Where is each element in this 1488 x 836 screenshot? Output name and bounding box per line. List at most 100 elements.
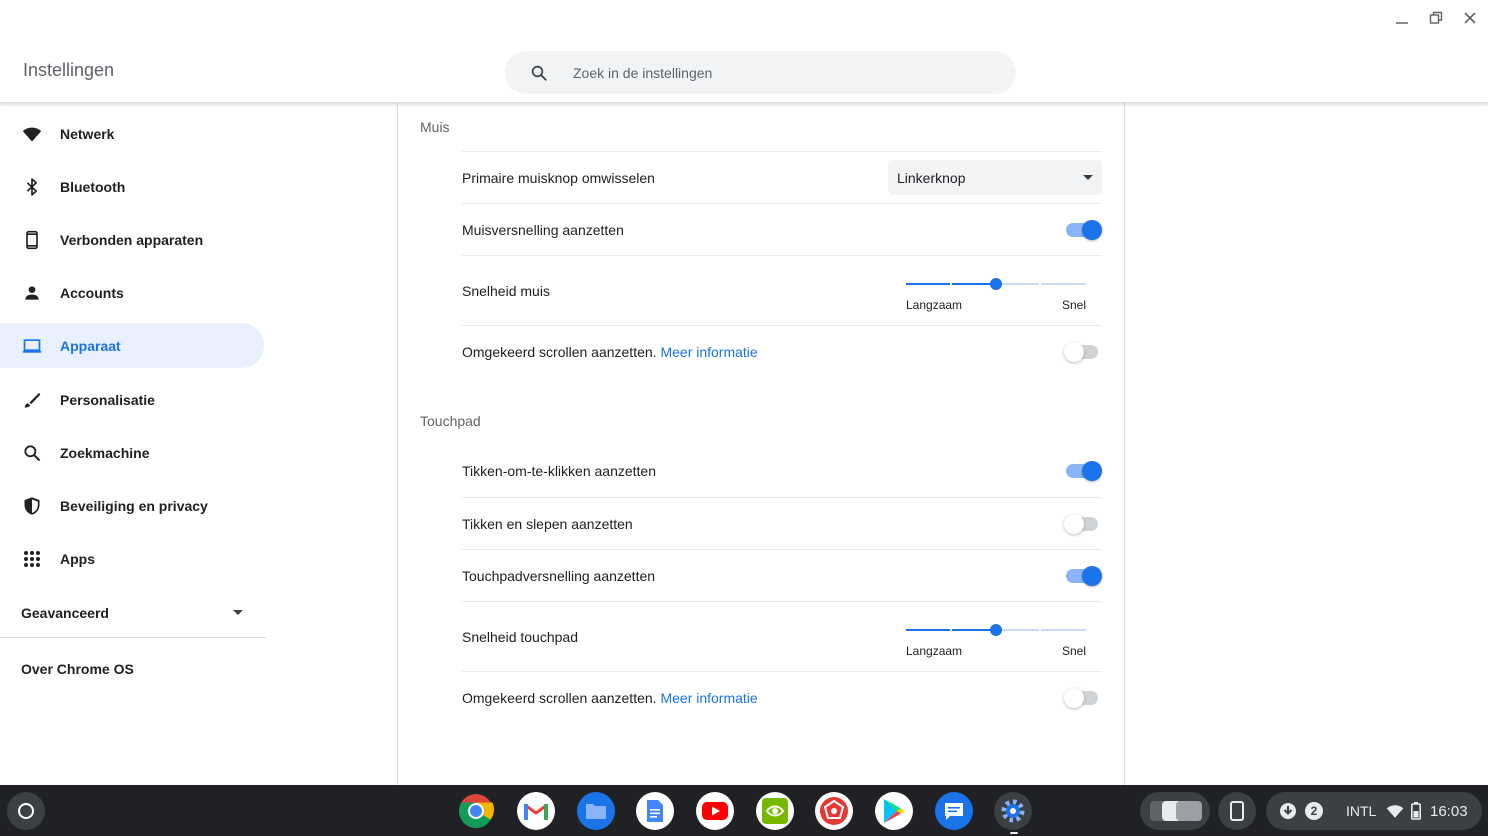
mouse-accel-label: Muisversnelling aanzetten (462, 221, 624, 238)
mouse-reverse-row: Omgekeerd scrollen aanzetten. Meer infor… (462, 325, 1102, 377)
brush-icon (21, 389, 43, 411)
bluetooth-icon (21, 176, 43, 198)
restore-icon[interactable] (1424, 6, 1448, 30)
mouse-reverse-toggle[interactable] (1064, 341, 1098, 362)
touchpad-tap-click-label: Tikken-om-te-klikken aanzetten (462, 463, 657, 479)
touchpad-speed-row: Snelheid touchpad Langzaam Snel (462, 601, 1102, 671)
slider-tick (950, 629, 952, 631)
phone-icon (21, 229, 43, 251)
header: Instellingen (0, 0, 1488, 103)
slider-max-label: Snel (1061, 298, 1086, 312)
page-title: Instellingen (23, 60, 115, 80)
touchpad-tap-drag-label: Tikken en slepen aanzetten (462, 515, 633, 532)
launcher-button[interactable] (7, 792, 45, 830)
touchpad-accel-toggle[interactable] (1066, 565, 1102, 586)
search-box[interactable] (505, 51, 1016, 94)
sidebar: Netwerk Bluetooth Verbonden apparaten Ac… (0, 104, 268, 785)
sidebar-item-label: Bluetooth (60, 178, 126, 195)
slider-thumb[interactable] (990, 624, 1002, 636)
slider-tick (950, 283, 952, 285)
search-icon (529, 63, 549, 83)
chevron-down-icon (233, 610, 243, 615)
sidebar-item-label: Apparaat (60, 337, 121, 354)
sidebar-item-verbonden-apparaten[interactable]: Verbonden apparaten (0, 217, 264, 262)
toggle-knob (1064, 687, 1084, 708)
slider-tick (1039, 629, 1041, 631)
sidebar-item-personalisatie[interactable]: Personalisatie (0, 377, 264, 422)
apps-grid-icon (21, 548, 43, 570)
touchpad-speed-slider[interactable]: Langzaam Snel (906, 618, 1086, 658)
chevron-down-icon (1083, 175, 1093, 180)
play-store-icon[interactable] (875, 792, 913, 830)
touchpad-reverse-toggle[interactable] (1064, 687, 1098, 708)
chrome-icon[interactable] (457, 792, 495, 830)
mouse-swap-row: Primaire muisknop omwisselen Linkerknop (462, 151, 1102, 203)
slider-max-label: Snel (1061, 644, 1086, 658)
touchpad-reverse-text: Omgekeerd scrollen aanzetten. (462, 689, 657, 706)
sidebar-item-netwerk[interactable]: Netwerk (0, 111, 264, 156)
settings-icon[interactable] (994, 792, 1032, 830)
sidebar-item-label: Accounts (60, 284, 124, 301)
nvidia-icon[interactable] (756, 792, 794, 830)
advanced-label: Geavanceerd (21, 605, 109, 621)
app-red-icon[interactable] (815, 792, 853, 830)
touchpad-speed-label: Snelheid touchpad (462, 628, 578, 645)
sidebar-item-label: Verbonden apparaten (60, 231, 204, 248)
sidebar-item-label: Personalisatie (60, 391, 155, 408)
shield-icon (21, 495, 43, 517)
ime-indicator: INTL (1346, 803, 1377, 819)
mouse-accel-row: Muisversnelling aanzetten (462, 203, 1102, 255)
mouse-swap-select[interactable]: Linkerknop (888, 160, 1102, 195)
mouse-speed-slider[interactable]: Langzaam Snel (906, 272, 1086, 312)
touchpad-learn-more-link[interactable]: Meer informatie (660, 690, 757, 706)
mouse-accel-toggle[interactable] (1066, 219, 1102, 240)
messages-icon[interactable] (935, 792, 973, 830)
sidebar-item-about[interactable]: Over Chrome OS (21, 661, 134, 677)
toggle-knob (1082, 565, 1102, 586)
mouse-speed-row: Snelheid muis Langzaam Snel (462, 255, 1102, 325)
sidebar-item-label: Netwerk (60, 125, 115, 142)
mouse-speed-label: Snelheid muis (462, 282, 550, 299)
sidebar-item-label: Beveiliging en privacy (60, 497, 208, 514)
slider-min-label: Langzaam (906, 644, 963, 658)
touchpad-accel-row: Touchpadversnelling aanzetten (462, 549, 1102, 601)
phone-hub-button[interactable] (1218, 792, 1256, 830)
toggle-knob (1064, 341, 1084, 362)
mouse-reverse-text: Omgekeerd scrollen aanzetten. (462, 343, 657, 360)
download-icon (1280, 803, 1296, 824)
holding-space-tray[interactable] (1140, 792, 1210, 830)
search-input[interactable] (573, 64, 953, 81)
files-icon[interactable] (577, 792, 615, 830)
youtube-icon[interactable] (696, 792, 734, 830)
wifi-icon (21, 123, 43, 145)
launcher-icon (18, 803, 34, 819)
phone-icon (1230, 801, 1244, 821)
touchpad-tap-click-row: Tikken-om-te-klikken aanzetten (462, 445, 1102, 497)
status-tray[interactable]: 2 INTL 16:03 (1266, 792, 1482, 830)
docs-icon[interactable] (636, 792, 674, 830)
toggle-knob (1082, 461, 1102, 481)
sidebar-item-apparaat[interactable]: Apparaat (0, 323, 264, 368)
window-controls (1390, 6, 1482, 30)
touchpad-tap-click-toggle[interactable] (1066, 461, 1102, 481)
mouse-swap-label: Primaire muisknop omwisselen (462, 169, 655, 186)
mouse-learn-more-link[interactable]: Meer informatie (660, 344, 757, 360)
search-icon (21, 442, 43, 464)
sidebar-item-accounts[interactable]: Accounts (0, 270, 264, 315)
close-icon[interactable] (1458, 6, 1482, 30)
wifi-icon (1386, 803, 1404, 824)
sidebar-item-apps[interactable]: Apps (0, 536, 264, 581)
sidebar-item-bluetooth[interactable]: Bluetooth (0, 164, 264, 209)
section-title-mouse: Muis (420, 119, 450, 135)
touchpad-accel-label: Touchpadversnelling aanzetten (462, 567, 656, 584)
laptop-icon (21, 335, 43, 357)
touchpad-tap-drag-toggle[interactable] (1064, 513, 1098, 534)
slider-thumb[interactable] (990, 278, 1002, 290)
clock: 16:03 (1430, 803, 1468, 820)
sidebar-advanced-toggle[interactable]: Geavanceerd (0, 590, 266, 638)
touchpad-reverse-label: Omgekeerd scrollen aanzetten. Meer infor… (462, 690, 758, 706)
minimize-icon[interactable] (1390, 6, 1414, 30)
sidebar-item-beveiliging[interactable]: Beveiliging en privacy (0, 483, 264, 528)
sidebar-item-zoekmachine[interactable]: Zoekmachine (0, 430, 264, 475)
gmail-icon[interactable] (517, 792, 555, 830)
